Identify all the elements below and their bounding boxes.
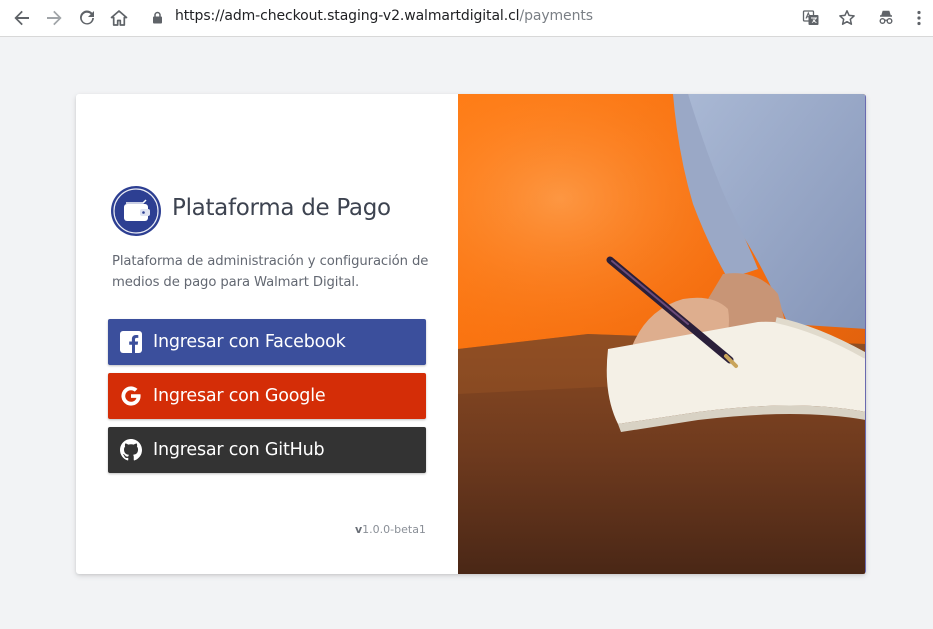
page-description: Plataforma de administración y configura… [112,254,429,290]
version-label: v1.0.0-beta1 [355,523,426,536]
url-host: https://adm-checkout.staging-v2.walmartd… [175,8,520,24]
page-title: Plataforma de Pago [172,195,391,221]
back-icon[interactable] [9,5,35,31]
address-bar[interactable]: https://adm-checkout.staging-v2.walmartd… [140,5,898,31]
github-icon [119,438,143,462]
login-panel: Plataforma de Pago Plataforma de adminis… [76,94,458,574]
home-icon[interactable] [106,5,132,31]
facebook-login-button[interactable]: Ingresar con Facebook [108,319,426,365]
wallet-logo-icon [111,186,161,236]
github-login-button[interactable]: Ingresar con GitHub [108,427,426,473]
forward-icon[interactable] [41,5,67,31]
url-text[interactable]: https://adm-checkout.staging-v2.walmartd… [175,8,593,24]
login-card: Plataforma de Pago Plataforma de adminis… [76,94,866,574]
google-login-label: Ingresar con Google [153,386,326,406]
url-path: /payments [519,8,593,24]
translate-icon[interactable] [798,5,824,31]
google-login-button[interactable]: Ingresar con Google [108,373,426,419]
hero-photo [458,94,866,574]
google-icon [119,384,143,408]
bookmark-star-icon[interactable] [834,5,860,31]
lock-icon [153,11,162,24]
reload-icon[interactable] [74,5,100,31]
facebook-icon [119,330,143,354]
facebook-login-label: Ingresar con Facebook [153,332,346,352]
menu-icon[interactable] [906,5,932,31]
browser-toolbar: https://adm-checkout.staging-v2.walmartd… [0,0,933,37]
github-login-label: Ingresar con GitHub [153,440,325,460]
incognito-icon[interactable] [873,5,899,31]
version-number: 1.0.0-beta1 [362,523,426,536]
